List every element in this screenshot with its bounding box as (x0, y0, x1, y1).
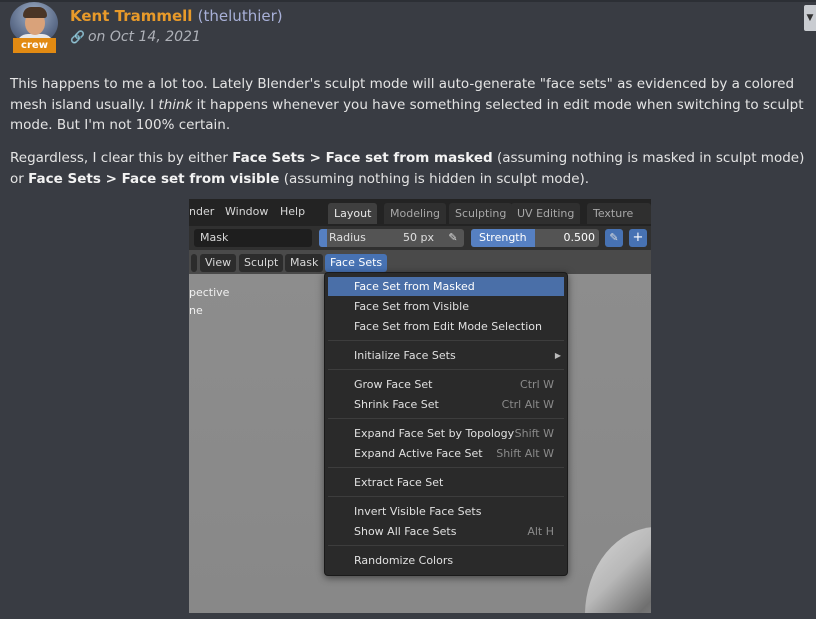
viewport-overlay-line-2: ne (189, 304, 203, 317)
menu-item-randomize-colors: Randomize Colors (354, 554, 454, 567)
blender-screenshot: nder Window Help Layout Modeling Sculpti… (189, 199, 651, 613)
p2-text-d: (assuming nothing is hidden in sculpt mo… (279, 170, 590, 187)
submenu-arrow-icon: ▶ (554, 351, 561, 360)
blender-topbar: nder Window Help Layout Modeling Sculpti… (189, 199, 651, 241)
strength-label: Strength (479, 231, 527, 244)
tab-layout: Layout (328, 203, 378, 224)
menu-separator (328, 545, 564, 546)
tab-texture-paint: Texture Pair (587, 203, 651, 241)
author-display-name[interactable]: Kent Trammell (70, 7, 192, 25)
menu-item-initialize-face-sets: Initialize Face Sets ▶ (328, 346, 564, 365)
strength-pressure-icon: ✎ (605, 229, 623, 247)
tab-modeling: Modeling (384, 203, 447, 224)
menu-render: nder (189, 205, 215, 218)
radius-field: Radius 50 px (319, 229, 464, 247)
crew-badge: crew (13, 38, 56, 53)
link-icon: 🔗 (70, 30, 85, 44)
add-icon: + (629, 229, 647, 247)
face-sets-menu: Face Set from Masked Face Set from Visib… (324, 272, 568, 576)
header-edge (191, 254, 197, 272)
p2-bold-1: Face Sets > Face set from masked (232, 150, 493, 166)
menu-separator (328, 369, 564, 370)
top-divider (0, 0, 816, 2)
menu-window: Window (225, 205, 269, 218)
menu-item-expand-active-face-set: Expand Active Face Set Shift Alt W (354, 447, 554, 460)
menu-item-extract-face-set: Extract Face Set (354, 476, 444, 489)
post-paragraph-2: Regardless, I clear this by either Face … (10, 148, 810, 189)
tab-sculpting: Sculpting (449, 203, 513, 224)
tool-settings-bar: Mask Radius 50 px ✎ Strength 0.500 ✎ + (189, 226, 651, 250)
viewport-overlay-line-1: pective (189, 286, 230, 299)
menu-separator (328, 418, 564, 419)
menu-item-expand-by-topology: Expand Face Set by Topology Shift W (354, 427, 554, 440)
menu-item-show-all: Show All Face Sets Alt H (354, 525, 554, 538)
strength-field: Strength 0.500 (471, 229, 599, 247)
pen-pressure-icon: ✎ (444, 229, 462, 247)
menu-item-invert-visible: Invert Visible Face Sets (354, 505, 482, 518)
tab-uv-editing: UV Editing (511, 203, 581, 224)
menu-item-shrink-face-set: Shrink Face Set Ctrl Alt W (354, 398, 554, 411)
post-date-text: on Oct 14, 2021 (87, 29, 201, 45)
header-mask: Mask (285, 254, 324, 272)
radius-value: 50 px (403, 231, 434, 244)
chevron-down-icon: ▼ (806, 13, 814, 23)
author-handle[interactable]: (theluthier) (198, 7, 283, 25)
post-menu-toggle[interactable]: ▼ (804, 5, 816, 31)
p2-bold-2: Face Sets > Face set from visible (28, 170, 280, 187)
menu-separator (328, 496, 564, 497)
strength-value: 0.500 (563, 231, 596, 244)
p2-text-a: Regardless, I clear this by either (10, 150, 233, 166)
post-paragraph-1: This happens to me a lot too. Lately Ble… (10, 74, 810, 136)
menu-item-grow-face-set: Grow Face Set Ctrl W (354, 378, 554, 391)
menu-item-face-set-from-edit-mode: Face Set from Edit Mode Selection (354, 320, 542, 333)
post-date[interactable]: 🔗 on Oct 14, 2021 (70, 29, 201, 45)
menu-item-face-set-from-visible: Face Set from Visible (354, 300, 469, 313)
menu-separator (328, 467, 564, 468)
menu-separator (328, 340, 564, 341)
header-sculpt: Sculpt (239, 254, 284, 272)
author-name[interactable]: Kent Trammell (theluthier) (70, 7, 283, 25)
p1-emphasis: think (158, 96, 193, 113)
brush-name-field: Mask (194, 229, 312, 247)
radius-label: Radius (329, 231, 366, 244)
menu-item-face-set-from-masked: Face Set from Masked (328, 277, 564, 296)
header-view: View (200, 254, 237, 272)
menu-help: Help (280, 205, 306, 218)
header-face-sets: Face Sets (325, 254, 388, 272)
